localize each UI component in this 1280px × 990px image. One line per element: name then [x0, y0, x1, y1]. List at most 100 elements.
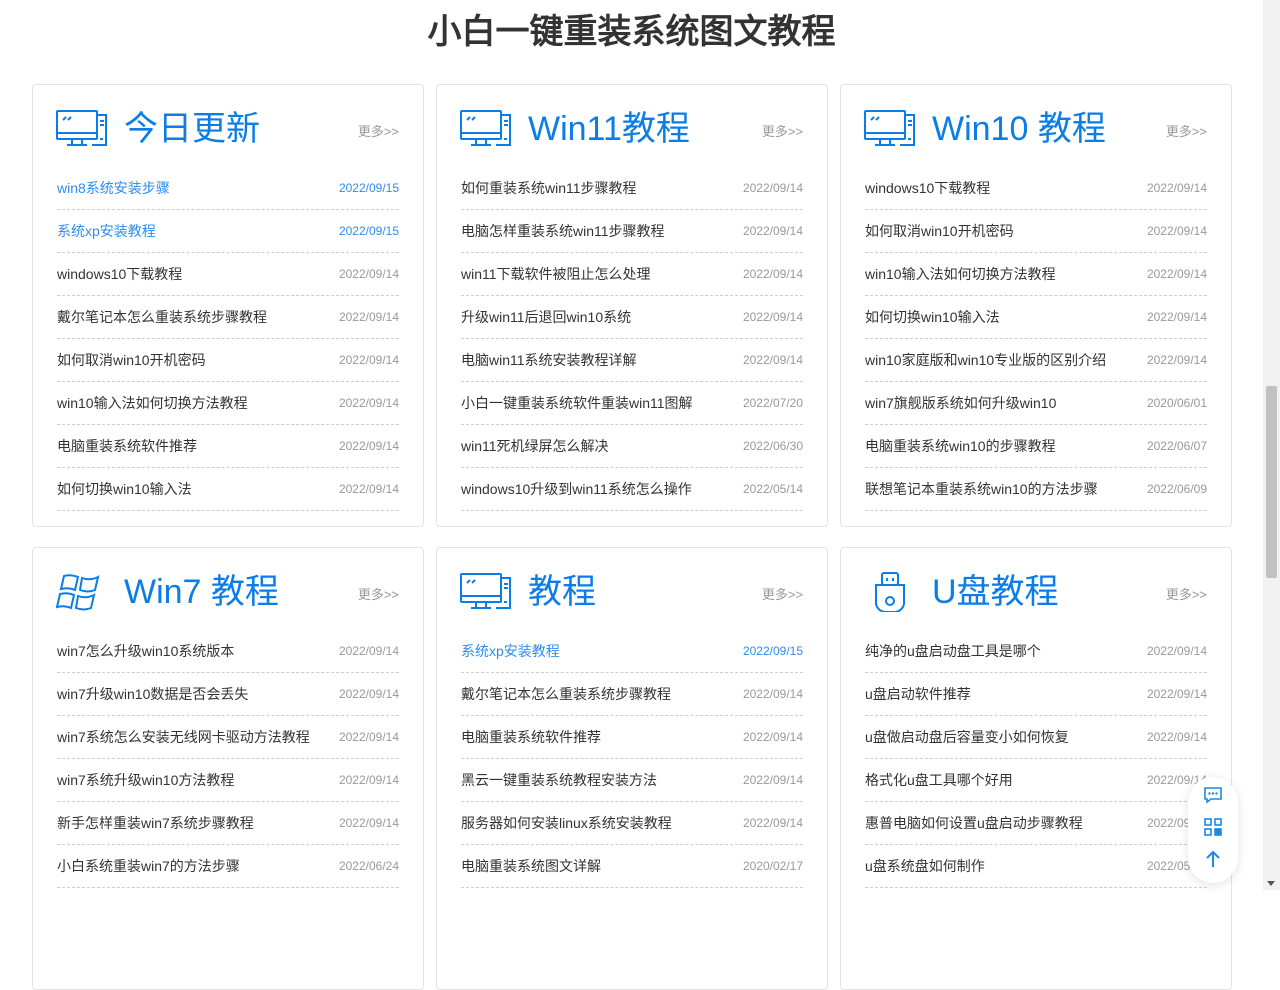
- article-link[interactable]: win10输入法如何切换方法教程: [57, 393, 248, 413]
- list-item: 如何重装系统win11步骤教程 2022/09/14: [461, 167, 803, 210]
- article-link[interactable]: windows10下载教程: [865, 178, 990, 198]
- article-link[interactable]: 如何重装系统win11步骤教程: [461, 178, 637, 198]
- article-link[interactable]: 如何取消win10开机密码: [57, 350, 206, 370]
- article-date: 2022/09/14: [742, 816, 803, 830]
- article-link[interactable]: 黑云一键重装系统教程安装方法: [461, 770, 657, 790]
- card-title[interactable]: 教程: [528, 570, 596, 614]
- article-link[interactable]: 电脑重装系统软件推荐: [461, 727, 601, 747]
- chat-icon[interactable]: [1203, 785, 1223, 805]
- list-item: 服务器如何安装linux系统安装教程 2022/09/14: [461, 802, 803, 845]
- more-link[interactable]: 更多>>: [762, 584, 803, 603]
- card-title[interactable]: Win7 教程: [124, 570, 279, 614]
- more-link[interactable]: 更多>>: [762, 121, 803, 140]
- card-title[interactable]: Win11教程: [528, 107, 690, 151]
- article-date: 2022/09/14: [338, 353, 399, 367]
- list-item: 升级win11后退回win10系统 2022/09/14: [461, 296, 803, 339]
- article-link[interactable]: 新手怎样重装win7系统步骤教程: [57, 813, 254, 833]
- article-date: 2022/05/14: [742, 482, 803, 496]
- list-item: 戴尔笔记本怎么重装系统步骤教程 2022/09/14: [57, 296, 399, 339]
- article-date: 2022/09/14: [338, 396, 399, 410]
- list-item: win10输入法如何切换方法教程 2022/09/14: [865, 253, 1207, 296]
- article-date: 2020/06/01: [1146, 396, 1207, 410]
- article-date: 2022/06/24: [338, 859, 399, 873]
- card-header: U盘教程 更多>>: [864, 570, 1207, 614]
- article-date: 2022/09/14: [338, 644, 399, 658]
- article-link[interactable]: 惠普电脑如何设置u盘启动步骤教程: [865, 813, 1083, 833]
- article-link[interactable]: win7系统升级win10方法教程: [57, 770, 234, 790]
- article-date: 2022/09/14: [742, 267, 803, 281]
- article-link[interactable]: u盘做启动盘后容量变小如何恢复: [865, 727, 1069, 747]
- article-link[interactable]: u盘系统盘如何制作: [865, 856, 985, 876]
- article-link[interactable]: 服务器如何安装linux系统安装教程: [461, 813, 672, 833]
- qr-code-icon[interactable]: [1203, 817, 1223, 837]
- article-link[interactable]: 纯净的u盘启动盘工具是哪个: [865, 641, 1041, 661]
- article-date: 2022/09/14: [742, 773, 803, 787]
- more-link[interactable]: 更多>>: [1166, 584, 1207, 603]
- list-item: windows10下载教程 2022/09/14: [57, 253, 399, 296]
- article-link[interactable]: 系统xp安装教程: [461, 641, 560, 661]
- article-link[interactable]: win8系统安装步骤: [57, 178, 170, 198]
- article-link[interactable]: 如何切换win10输入法: [865, 307, 1000, 327]
- article-date: 2022/09/14: [1146, 224, 1207, 238]
- article-link[interactable]: 戴尔笔记本怎么重装系统步骤教程: [57, 307, 267, 327]
- list-item: 电脑win11系统安装教程详解 2022/09/14: [461, 339, 803, 382]
- article-link[interactable]: 小白一键重装系统软件重装win11图解: [461, 393, 693, 413]
- scrollbar-thumb[interactable]: [1266, 386, 1277, 578]
- article-link[interactable]: 电脑重装系统win10的步骤教程: [865, 436, 1056, 456]
- article-link[interactable]: 戴尔笔记本怎么重装系统步骤教程: [461, 684, 671, 704]
- article-date: 2022/09/14: [338, 267, 399, 281]
- article-link[interactable]: 联想笔记本重装系统win10的方法步骤: [865, 479, 1098, 499]
- article-link[interactable]: win7怎么升级win10系统版本: [57, 641, 234, 661]
- card-title[interactable]: Win10 教程: [932, 107, 1106, 151]
- article-link[interactable]: 如何切换win10输入法: [57, 479, 192, 499]
- scroll-down-arrow-icon[interactable]: [1267, 881, 1275, 886]
- article-date: 2022/09/14: [1146, 181, 1207, 195]
- scrollbar[interactable]: [1263, 0, 1280, 890]
- article-link[interactable]: win10输入法如何切换方法教程: [865, 264, 1056, 284]
- article-date: 2022/09/14: [1146, 730, 1207, 744]
- article-link[interactable]: 电脑怎样重装系统win11步骤教程: [461, 221, 665, 241]
- article-link[interactable]: 系统xp安装教程: [57, 221, 156, 241]
- article-date: 2022/09/14: [742, 353, 803, 367]
- article-link[interactable]: win11死机绿屏怎么解决: [461, 436, 609, 456]
- article-date: 2022/09/14: [338, 310, 399, 324]
- list-item: 电脑重装系统win10的步骤教程 2022/06/07: [865, 425, 1207, 468]
- article-link[interactable]: 如何取消win10开机密码: [865, 221, 1014, 241]
- back-to-top-icon[interactable]: [1203, 849, 1223, 869]
- page-title: 小白一键重装系统图文教程: [427, 13, 836, 51]
- article-link[interactable]: windows10下载教程: [57, 264, 182, 284]
- article-link[interactable]: win11下载软件被阻止怎么处理: [461, 264, 651, 284]
- card-title[interactable]: 今日更新: [124, 107, 260, 151]
- list-item: windows10升级到win11系统怎么操作 2022/05/14: [461, 468, 803, 511]
- article-link[interactable]: windows10升级到win11系统怎么操作: [461, 479, 692, 499]
- article-date: 2022/09/15: [338, 181, 399, 195]
- card-title[interactable]: U盘教程: [932, 570, 1059, 614]
- article-link[interactable]: 电脑win11系统安装教程详解: [461, 350, 637, 370]
- article-link[interactable]: win7系统怎么安装无线网卡驱动方法教程: [57, 727, 310, 747]
- article-link[interactable]: 电脑重装系统软件推荐: [57, 436, 197, 456]
- tutorial-card: Win10 教程 更多>> windows10下载教程 2022/09/14 如何取…: [840, 84, 1232, 527]
- more-link[interactable]: 更多>>: [1166, 121, 1207, 140]
- article-link[interactable]: u盘启动软件推荐: [865, 684, 971, 704]
- article-link[interactable]: 格式化u盘工具哪个好用: [865, 770, 1013, 790]
- article-date: 2022/09/14: [338, 773, 399, 787]
- article-date: 2022/09/14: [742, 730, 803, 744]
- list-item: win10输入法如何切换方法教程 2022/09/14: [57, 382, 399, 425]
- list-item: 电脑重装系统图文详解 2020/02/17: [461, 845, 803, 888]
- article-link[interactable]: win10家庭版和win10专业版的区别介绍: [865, 350, 1106, 370]
- article-date: 2022/09/14: [742, 310, 803, 324]
- article-date: 2022/09/14: [742, 181, 803, 195]
- article-link[interactable]: 升级win11后退回win10系统: [461, 307, 631, 327]
- list-item: 电脑重装系统软件推荐 2022/09/14: [461, 716, 803, 759]
- article-link[interactable]: 小白系统重装win7的方法步骤: [57, 856, 240, 876]
- more-link[interactable]: 更多>>: [358, 121, 399, 140]
- article-link[interactable]: win7旗舰版系统如何升级win10: [865, 393, 1056, 413]
- article-link[interactable]: 电脑重装系统图文详解: [461, 856, 601, 876]
- tutorial-card: 教程 更多>> 系统xp安装教程 2022/09/15 戴尔笔记本怎么重装系统步骤教…: [436, 547, 828, 990]
- list-item: 新手怎样重装win7系统步骤教程 2022/09/14: [57, 802, 399, 845]
- list-item: win10家庭版和win10专业版的区别介绍 2022/09/14: [865, 339, 1207, 382]
- list-item: u盘系统盘如何制作 2022/05/14: [865, 845, 1207, 888]
- list-item: u盘做启动盘后容量变小如何恢复 2022/09/14: [865, 716, 1207, 759]
- more-link[interactable]: 更多>>: [358, 584, 399, 603]
- article-link[interactable]: win7升级win10数据是否会丢失: [57, 684, 248, 704]
